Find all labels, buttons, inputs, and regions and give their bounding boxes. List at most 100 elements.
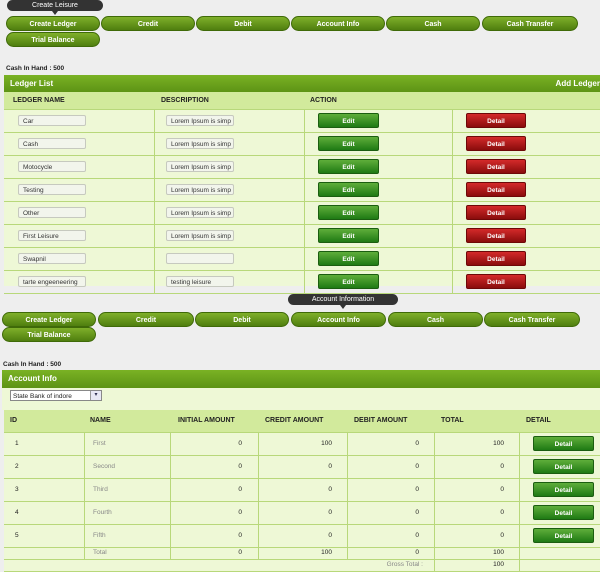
ledger-name-field[interactable]: tarte engeeneering	[18, 276, 86, 287]
account-name: Fifth	[93, 532, 106, 539]
cell-divider	[154, 179, 155, 201]
cell-divider	[304, 179, 305, 201]
table-row: 1 First 0 100 0 100 Detail	[4, 433, 600, 456]
nav-trial-balance[interactable]: Trial Balance	[2, 327, 96, 342]
detail-button[interactable]: Detail	[466, 136, 526, 151]
add-ledger-link[interactable]: Add Ledger	[556, 75, 600, 92]
total-amount: 0	[500, 486, 504, 493]
debit-amount: 0	[415, 463, 419, 470]
cell-divider	[154, 110, 155, 132]
cell-divider	[154, 156, 155, 178]
detail-button[interactable]: Detail	[533, 436, 594, 451]
detail-button[interactable]: Detail	[533, 505, 594, 520]
cell-divider	[452, 271, 453, 293]
ledger-description-field[interactable]: Lorem Ipsum is simp	[166, 207, 234, 218]
ledger-description-field[interactable]: Lorem Ipsum is simp	[166, 230, 234, 241]
col-name: NAME	[90, 417, 111, 424]
ledger-name-field[interactable]: Motocycle	[18, 161, 86, 172]
nav-account-info[interactable]: Account Info	[291, 16, 385, 31]
column-divider	[519, 456, 520, 478]
edit-button[interactable]: Edit	[318, 274, 379, 289]
edit-button[interactable]: Edit	[318, 205, 379, 220]
cell-divider	[154, 271, 155, 293]
debit-amount: 0	[415, 486, 419, 493]
account-rows: 1 First 0 100 0 100 Detail 2 Second 0 0 0 0 Detail 3 Th…	[4, 433, 600, 572]
panel-title: Ledger List	[10, 79, 54, 88]
tooltip-label: Create Leisure	[32, 2, 78, 9]
col-initial-amount: INITIAL AMOUNT	[178, 417, 235, 424]
cash-in-hand: Cash In Hand : 500	[6, 65, 65, 72]
detail-button[interactable]: Detail	[466, 113, 526, 128]
ledger-name-field[interactable]: First Leisure	[18, 230, 86, 241]
edit-button[interactable]: Edit	[318, 113, 379, 128]
table-row: tarte engeeneering testing leisure Edit Det…	[4, 271, 600, 294]
debit-amount: 0	[415, 532, 419, 539]
cell-divider	[304, 156, 305, 178]
detail-button[interactable]: Detail	[466, 228, 526, 243]
detail-button[interactable]: Detail	[533, 459, 594, 474]
detail-button[interactable]: Detail	[466, 205, 526, 220]
nav-create-ledger[interactable]: Create Ledger	[2, 312, 96, 327]
total-amount: 0	[500, 509, 504, 516]
nav-create-ledger[interactable]: Create Ledger	[6, 16, 100, 31]
gross-total-value: 100	[493, 561, 504, 568]
edit-button[interactable]: Edit	[318, 228, 379, 243]
col-ledger-name: LEDGER NAME	[13, 97, 65, 104]
account-id: 4	[15, 509, 19, 516]
total-debit: 0	[415, 549, 419, 556]
table-row: First Leisure Lorem Ipsum is simp Edit Deta…	[4, 225, 600, 248]
ledger-name-field[interactable]: Testing	[18, 184, 86, 195]
tooltip-arrow	[340, 305, 346, 309]
detail-button[interactable]: Detail	[533, 528, 594, 543]
initial-amount: 0	[238, 532, 242, 539]
detail-button[interactable]: Detail	[466, 182, 526, 197]
edit-button[interactable]: Edit	[318, 159, 379, 174]
ledger-description-field[interactable]: Lorem Ipsum is simp	[166, 184, 234, 195]
ledger-name-field[interactable]: Other	[18, 207, 86, 218]
ledger-name-field[interactable]: Car	[18, 115, 86, 126]
ledger-description-field[interactable]: Lorem Ipsum is simp	[166, 161, 234, 172]
nav-cash[interactable]: Cash	[388, 312, 483, 327]
ledger-list-panel: Ledger List Add Ledger LEDGER NAME DESCR…	[4, 75, 600, 294]
table-row: Swapnil Edit Detail	[4, 248, 600, 271]
cell-divider	[304, 271, 305, 293]
account-information-tooltip: Account Information	[288, 294, 398, 309]
detail-button[interactable]: Detail	[466, 251, 526, 266]
ledger-description-field[interactable]: testing leisure	[166, 276, 234, 287]
total-amount: 100	[493, 440, 504, 447]
detail-button[interactable]: Detail	[466, 159, 526, 174]
credit-amount: 0	[328, 532, 332, 539]
ledger-name-field[interactable]: Cash	[18, 138, 86, 149]
cell-divider	[304, 225, 305, 247]
column-divider	[84, 548, 85, 559]
column-divider	[84, 479, 85, 501]
nav-debit[interactable]: Debit	[195, 312, 289, 327]
cell-divider	[304, 202, 305, 224]
nav-credit[interactable]: Credit	[98, 312, 194, 327]
nav-cash-transfer[interactable]: Cash Transfer	[482, 16, 578, 31]
cell-divider	[452, 225, 453, 247]
nav-cash[interactable]: Cash	[386, 16, 480, 31]
account-table: ID NAME INITIAL AMOUNT CREDIT AMOUNT DEB…	[4, 410, 600, 572]
edit-button[interactable]: Edit	[318, 136, 379, 151]
table-row: 5 Fifth 0 0 0 0 Detail	[4, 525, 600, 548]
bank-select[interactable]: State Bank of indore ▾	[10, 390, 102, 401]
edit-button[interactable]: Edit	[318, 182, 379, 197]
nav-debit[interactable]: Debit	[196, 16, 290, 31]
nav-trial-balance[interactable]: Trial Balance	[6, 32, 100, 47]
edit-button[interactable]: Edit	[318, 251, 379, 266]
nav-account-info[interactable]: Account Info	[291, 312, 386, 327]
nav-cash-transfer[interactable]: Cash Transfer	[484, 312, 580, 327]
create-leisure-tooltip: Create Leisure	[7, 0, 103, 15]
ledger-description-field[interactable]: Lorem Ipsum is simp	[166, 115, 234, 126]
ledger-name-field[interactable]: Swapnil	[18, 253, 86, 264]
detail-button[interactable]: Detail	[533, 482, 594, 497]
nav-credit[interactable]: Credit	[101, 16, 195, 31]
account-name: First	[93, 440, 106, 447]
ledger-description-field[interactable]	[166, 253, 234, 264]
detail-button[interactable]: Detail	[466, 274, 526, 289]
cell-divider	[452, 133, 453, 155]
ledger-description-field[interactable]: Lorem Ipsum is simp	[166, 138, 234, 149]
table-row: Testing Lorem Ipsum is simp Edit Detail	[4, 179, 600, 202]
chevron-down-icon[interactable]: ▾	[90, 391, 101, 400]
